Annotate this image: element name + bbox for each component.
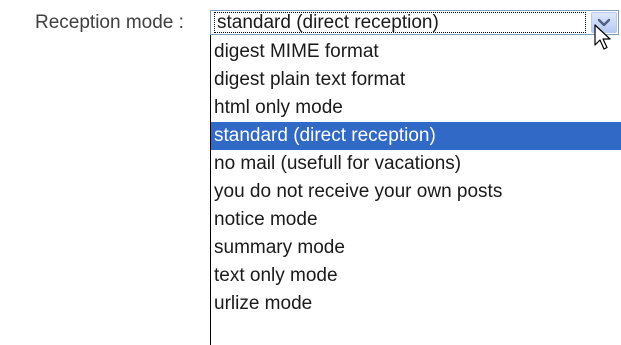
option-item[interactable]: summary mode bbox=[211, 234, 621, 262]
reception-mode-options-list[interactable]: digest MIME format digest plain text form… bbox=[210, 35, 621, 345]
mouse-pointer-icon bbox=[594, 24, 611, 50]
option-item[interactable]: you do not receive your own posts bbox=[211, 178, 621, 206]
reception-mode-select[interactable]: standard (direct reception) bbox=[210, 10, 619, 35]
option-item[interactable]: text only mode bbox=[211, 262, 621, 290]
option-item[interactable]: html only mode bbox=[211, 94, 621, 122]
option-item[interactable]: digest MIME format bbox=[211, 38, 621, 66]
option-item[interactable]: digest plain text format bbox=[211, 66, 621, 94]
reception-mode-form: Reception mode : standard (direct recept… bbox=[0, 0, 621, 345]
option-item[interactable]: no mail (usefull for vacations) bbox=[211, 150, 621, 178]
reception-mode-label: Reception mode : bbox=[35, 12, 184, 33]
option-item[interactable]: standard (direct reception) bbox=[211, 122, 621, 150]
select-current-value[interactable]: standard (direct reception) bbox=[214, 12, 586, 33]
option-item[interactable]: notice mode bbox=[211, 206, 621, 234]
option-item[interactable]: urlize mode bbox=[211, 290, 621, 318]
